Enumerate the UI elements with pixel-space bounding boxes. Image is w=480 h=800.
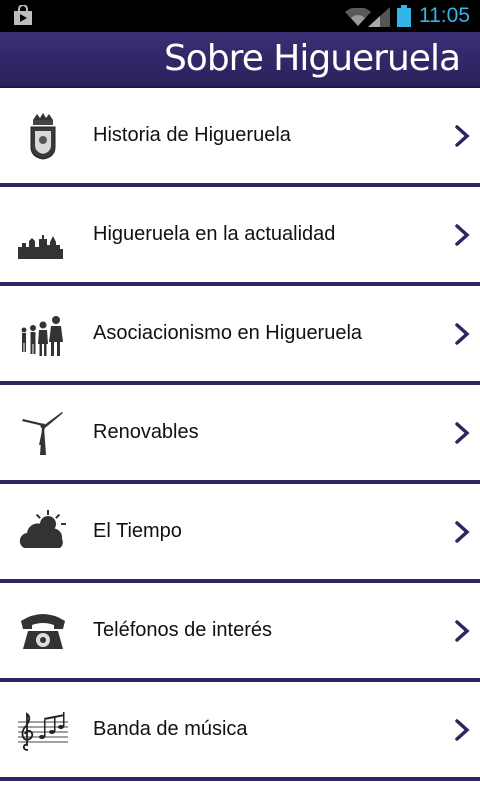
battery-icon <box>397 5 411 27</box>
menu-item-tiempo[interactable]: El Tiempo <box>0 484 480 583</box>
signal-icon <box>368 7 390 27</box>
clock: 11:05 <box>419 4 470 27</box>
store-icon <box>14 5 32 25</box>
menu-item-actualidad[interactable]: Higueruela en la actualidad <box>0 187 480 286</box>
app-header: Sobre Higueruela <box>0 32 480 88</box>
menu-item-label: El Tiempo <box>93 520 182 542</box>
coat-of-arms-icon <box>30 113 56 160</box>
page-title: Sobre Higueruela <box>163 38 461 79</box>
people-icon <box>21 316 63 356</box>
chevron-right-icon <box>455 125 470 147</box>
chevron-right-icon <box>455 620 470 642</box>
town-skyline-icon <box>18 235 63 259</box>
music-staff-icon <box>18 712 68 751</box>
chevron-right-icon <box>455 719 470 741</box>
menu-item-label: Historia de Higueruela <box>93 124 291 146</box>
menu-item-banda[interactable]: Banda de música <box>0 682 480 781</box>
chevron-right-icon <box>455 224 470 246</box>
chevron-right-icon <box>455 521 470 543</box>
menu-item-label: Asociacionismo en Higueruela <box>93 322 363 344</box>
menu-item-label: Teléfonos de interés <box>93 619 273 641</box>
status-bar: 11:05 <box>0 0 480 32</box>
chevron-right-icon <box>455 323 470 345</box>
menu-item-historia[interactable]: Historia de Higueruela <box>0 88 480 187</box>
menu-item-asociacionismo[interactable]: Asociacionismo en Higueruela <box>0 286 480 385</box>
menu-list: Historia de Higueruela Higueruela en la … <box>0 88 480 781</box>
menu-item-label: Higueruela en la actualidad <box>93 223 336 245</box>
menu-item-label: Renovables <box>93 421 199 443</box>
menu-item-renovables[interactable]: Renovables <box>0 385 480 484</box>
menu-item-telefonos[interactable]: Teléfonos de interés <box>0 583 480 682</box>
telephone-icon <box>21 614 65 649</box>
weather-icon <box>19 510 66 548</box>
menu-item-label: Banda de música <box>93 718 248 740</box>
wind-turbine-icon <box>22 412 63 455</box>
chevron-right-icon <box>455 422 470 444</box>
